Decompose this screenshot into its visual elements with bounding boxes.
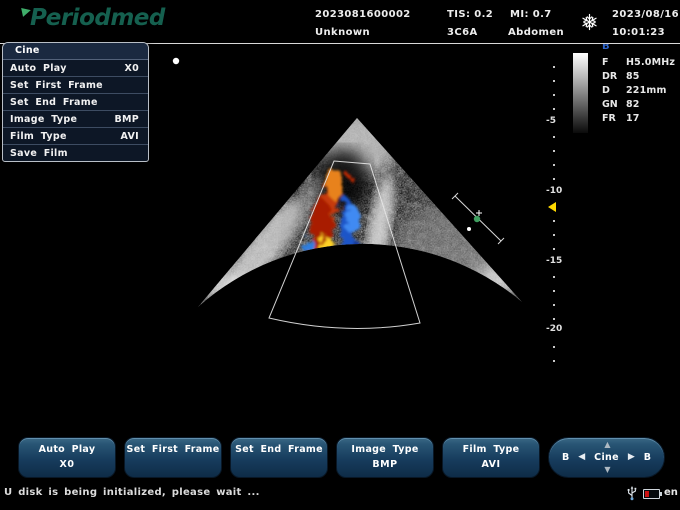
softkey-label: Image Type [337, 444, 433, 455]
chevron-down-icon[interactable]: ▼ [549, 466, 666, 474]
param-value: 221mm [626, 85, 667, 96]
depth-label: -10 [546, 186, 568, 196]
depth-label: -20 [546, 324, 568, 334]
mi-value: MI: 0.7 [510, 9, 552, 20]
param-label: GN [602, 99, 626, 110]
tis-value: TIS: 0.2 [447, 9, 493, 20]
param-row: F H5.0MHz [602, 55, 675, 69]
menu-title: Cine [3, 43, 148, 60]
imaging-parameters: F H5.0MHz DR 85 D 221mm GN 82 FR 17 [602, 55, 675, 125]
freeze-snowflake-icon [581, 13, 598, 35]
softkey-button[interactable]: Set First Frame [124, 437, 222, 478]
brand-logo: Periodmed [22, 4, 162, 38]
menu-item-label: Set End Frame [10, 97, 98, 108]
depth-label: -15 [546, 256, 568, 266]
exam-preset: Abdomen [508, 27, 564, 38]
menu-item[interactable]: Auto Play X0 [3, 60, 148, 77]
menu-item[interactable]: Set First Frame [3, 77, 148, 94]
cine-nav-left-mode[interactable]: B [562, 452, 569, 463]
param-row: GN 82 [602, 97, 675, 111]
menu-item[interactable]: Film Type AVI [3, 128, 148, 145]
param-value: 85 [626, 71, 640, 82]
ultrasound-image [150, 46, 570, 396]
param-value: H5.0MHz [626, 57, 675, 68]
softkey-button[interactable]: Film Type AVI [442, 437, 540, 478]
b-mode-sector [150, 46, 570, 333]
menu-items: Auto Play X0 Set First Frame Set End Fra… [3, 60, 148, 161]
chevron-right-icon[interactable]: ▶ [628, 453, 635, 462]
cine-nav-label: Cine [594, 452, 619, 463]
battery-icon [643, 489, 660, 499]
depth-label: -5 [546, 116, 568, 126]
cine-nav-control[interactable]: ▲ B ◀ Cine ▶ B ▼ [548, 437, 665, 478]
logo-text: Periodmed [30, 5, 165, 31]
menu-item-label: Film Type [10, 131, 67, 142]
probe-model: 3C6A [447, 27, 478, 38]
menu-item-value: AVI [121, 131, 140, 142]
param-label: D [602, 85, 626, 96]
status-bar: U disk is being initialized, please wait… [0, 482, 680, 510]
menu-item-label: Set First Frame [10, 80, 103, 91]
softkey-label: Auto Play [19, 444, 115, 455]
param-label: F [602, 57, 626, 68]
chevron-left-icon[interactable]: ◀ [578, 453, 585, 462]
status-message: U disk is being initialized, please wait… [4, 487, 260, 498]
position-marker-dot [173, 58, 179, 64]
usb-icon [626, 486, 638, 505]
softkey-value: X0 [19, 459, 115, 470]
menu-item-value: BMP [114, 114, 139, 125]
focus-marker-icon[interactable] [548, 202, 556, 212]
system-time: 10:01:23 [612, 27, 665, 38]
ultrasound-app-screen: Periodmed 2023081600002 Unknown TIS: 0.2… [0, 0, 680, 510]
caliper-green-dot [474, 216, 480, 222]
chevron-up-icon[interactable]: ▲ [549, 441, 666, 449]
menu-item[interactable]: Set End Frame [3, 94, 148, 111]
caliper-white-dot [467, 227, 471, 231]
param-row: D 221mm [602, 83, 675, 97]
system-date: 2023/08/16 [612, 9, 679, 20]
softkey-value: BMP [337, 459, 433, 470]
menu-item-label: Save Film [10, 148, 68, 159]
patient-name: Unknown [315, 27, 370, 38]
param-value: 82 [626, 99, 640, 110]
param-row: FR 17 [602, 111, 675, 125]
battery-level [645, 491, 649, 497]
param-value: 17 [626, 113, 640, 124]
menu-item-label: Image Type [10, 114, 77, 125]
cine-context-menu: Cine Auto Play X0 Set First Frame Set En… [2, 42, 149, 162]
depth-scale-ticks [553, 66, 555, 364]
menu-item[interactable]: Image Type BMP [3, 111, 148, 128]
language-indicator: en [664, 487, 678, 498]
param-label: DR [602, 71, 626, 82]
softkey-button[interactable]: Set End Frame [230, 437, 328, 478]
menu-item-label: Auto Play [10, 63, 67, 74]
param-label: FR [602, 113, 626, 124]
menu-item[interactable]: Save Film [3, 145, 148, 161]
exam-id: 2023081600002 [315, 9, 411, 20]
softkey-label: Set First Frame [125, 444, 221, 455]
softkey-label: Film Type [443, 444, 539, 455]
top-status-bar: Periodmed 2023081600002 Unknown TIS: 0.2… [0, 0, 680, 44]
param-row: DR 85 [602, 69, 675, 83]
softkey-value: AVI [443, 459, 539, 470]
softkey-label: Set End Frame [231, 444, 327, 455]
menu-item-value: X0 [124, 63, 139, 74]
softkey-button[interactable]: Auto Play X0 [18, 437, 116, 478]
cine-nav-right-mode[interactable]: B [644, 452, 651, 463]
grayscale-bar [573, 53, 588, 133]
softkey-button[interactable]: Image Type BMP [336, 437, 434, 478]
softkey-bar: Auto Play X0 Set First Frame Set End Fra… [18, 437, 540, 478]
